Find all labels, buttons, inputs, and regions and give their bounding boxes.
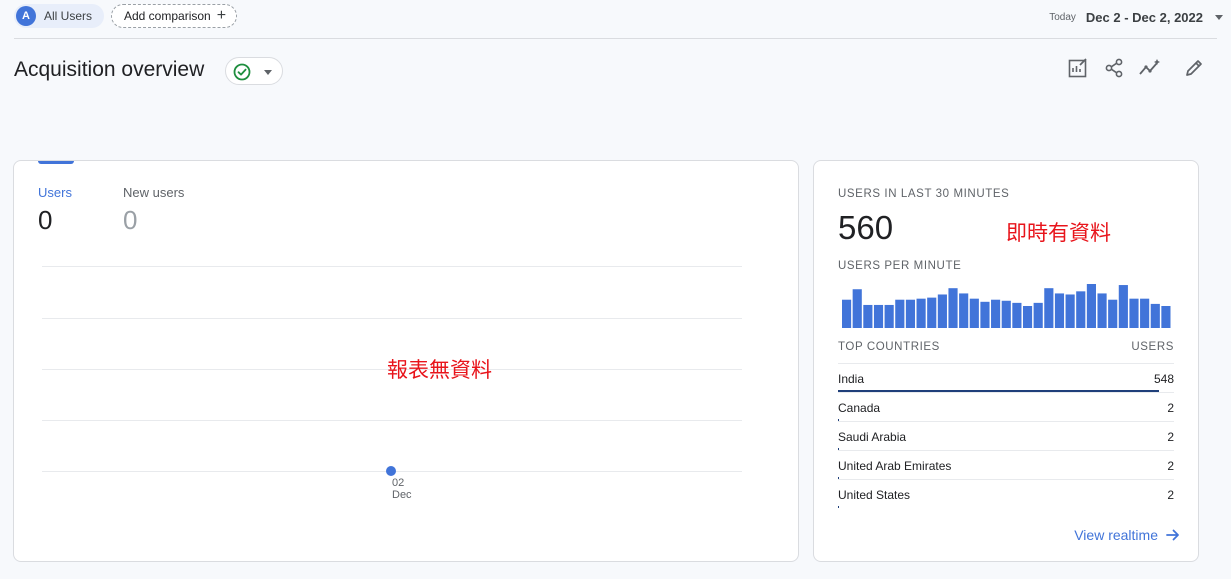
country-row[interactable]: Canada 2 — [838, 392, 1174, 421]
per-minute-bar[interactable] — [948, 288, 958, 328]
per-minute-bar[interactable] — [1140, 298, 1150, 328]
per-minute-bar[interactable] — [1012, 302, 1022, 328]
insights-icon[interactable] — [1138, 56, 1162, 80]
overlay-annotation-no-data: 報表無資料 — [387, 358, 492, 382]
per-minute-bar[interactable] — [873, 304, 884, 328]
overlay-annotation-realtime-data: 即時有資料 — [1006, 221, 1111, 245]
country-user-count: 548 — [1153, 372, 1174, 386]
metric-label: Users — [38, 185, 72, 200]
selected-tab-indicator — [38, 161, 74, 164]
per-minute-bar[interactable] — [1022, 306, 1033, 328]
metric-value: 0 — [123, 205, 138, 235]
per-minute-bar[interactable] — [1033, 302, 1043, 328]
per-minute-bar[interactable] — [863, 304, 873, 328]
segment-label: All Users — [44, 9, 93, 23]
add-comparison-button[interactable]: Add comparison + — [111, 4, 238, 28]
per-minute-bar[interactable] — [1044, 288, 1054, 328]
report-status-dropdown[interactable] — [225, 57, 283, 85]
per-minute-bar[interactable] — [1129, 298, 1139, 328]
realtime-total-users: 560 — [838, 209, 894, 246]
per-minute-bar[interactable] — [1150, 303, 1160, 328]
country-name: Canada — [838, 401, 881, 415]
country-user-count: 2 — [1167, 459, 1174, 473]
country-row[interactable]: Saudi Arabia 2 — [838, 421, 1174, 450]
chart-gridline — [42, 420, 742, 421]
metric-label: New users — [123, 185, 185, 200]
per-minute-bar[interactable] — [842, 299, 852, 328]
country-row[interactable]: India 548 — [838, 363, 1174, 392]
per-minute-bar[interactable] — [1118, 285, 1128, 328]
country-name: India — [838, 372, 865, 386]
date-range-value: Dec 2 - Dec 2, 2022 — [1085, 10, 1203, 25]
per-minute-bar[interactable] — [1097, 293, 1107, 328]
per-minute-bar[interactable] — [980, 301, 990, 328]
per-minute-bar[interactable] — [916, 298, 926, 328]
date-prefix: Today — [1049, 12, 1076, 23]
add-comparison-label: Add comparison — [124, 9, 211, 23]
users-per-minute-bar-chart — [842, 284, 1171, 328]
pencil-icon[interactable] — [1182, 56, 1206, 80]
metric-tab-users[interactable]: Users 0 — [38, 185, 72, 236]
country-name: Saudi Arabia — [838, 430, 907, 444]
metric-value: 0 — [38, 205, 53, 235]
top-bar: A All Users Add comparison + Today Dec 2… — [0, 0, 1231, 38]
date-dropdown-caret-icon[interactable] — [1215, 15, 1223, 20]
per-minute-bar[interactable] — [1161, 306, 1171, 328]
top-countries-label: TOP COUNTRIES — [838, 341, 940, 353]
segment-chip-all-users[interactable]: A All Users — [14, 4, 105, 28]
date-range-picker[interactable]: Today Dec 2 - Dec 2, 2022 — [1049, 10, 1203, 25]
chart-gridline — [42, 266, 742, 267]
country-name: United Arab Emirates — [838, 459, 952, 473]
per-minute-bar[interactable] — [927, 297, 937, 328]
country-share-bar — [838, 506, 840, 508]
chevron-down-icon — [264, 70, 272, 75]
chart-data-point[interactable] — [386, 466, 396, 476]
users-column-label: USERS — [1131, 341, 1174, 353]
per-minute-bar[interactable] — [959, 293, 969, 328]
top-divider — [14, 38, 1217, 39]
metric-tab-new-users[interactable]: New users 0 — [123, 185, 184, 236]
share-icon[interactable] — [1102, 56, 1126, 80]
per-minute-bar[interactable] — [1054, 293, 1065, 328]
per-minute-bar[interactable] — [1076, 291, 1086, 328]
per-minute-bar[interactable] — [1086, 284, 1096, 328]
per-minute-bar[interactable] — [1001, 300, 1011, 328]
plus-icon: + — [216, 7, 227, 24]
segment-avatar: A — [16, 6, 36, 26]
per-minute-bar[interactable] — [937, 294, 947, 328]
per-minute-bar[interactable] — [895, 299, 905, 328]
view-realtime-label: View realtime — [1074, 527, 1158, 543]
per-minute-bar[interactable] — [1108, 299, 1118, 328]
acquisition-overview-card: Users 0 New users 0 02 Dec 報表無資料 — [13, 160, 799, 562]
realtime-card: USERS IN LAST 30 MINUTES 560 即時有資料 USERS… — [813, 160, 1199, 562]
chart-gridline — [42, 318, 742, 319]
country-user-count: 2 — [1167, 488, 1174, 502]
users-per-minute-label: USERS PER MINUTE — [838, 260, 962, 272]
x-axis-tick: 02 Dec — [392, 477, 412, 501]
per-minute-bar[interactable] — [969, 298, 979, 328]
country-row[interactable]: United Arab Emirates 2 — [838, 450, 1174, 479]
edit-report-icon[interactable] — [1066, 56, 1090, 80]
country-name: United States — [838, 488, 911, 502]
country-user-count: 2 — [1167, 401, 1174, 415]
per-minute-bar[interactable] — [852, 289, 862, 328]
per-minute-bar[interactable] — [991, 299, 1001, 328]
per-minute-bar[interactable] — [884, 304, 894, 328]
realtime-heading: USERS IN LAST 30 MINUTES — [838, 188, 1010, 200]
x-tick-month: Dec — [392, 489, 412, 501]
check-circle-icon — [233, 63, 251, 81]
per-minute-bar[interactable] — [905, 299, 916, 328]
country-row[interactable]: United States 2 — [838, 479, 1174, 508]
page-title: Acquisition overview — [14, 58, 205, 81]
arrow-right-icon — [1166, 529, 1179, 541]
view-realtime-link[interactable]: View realtime — [1074, 527, 1180, 543]
x-tick-day: 02 — [392, 477, 405, 489]
country-user-count: 2 — [1167, 430, 1174, 444]
per-minute-bar[interactable] — [1065, 294, 1075, 328]
